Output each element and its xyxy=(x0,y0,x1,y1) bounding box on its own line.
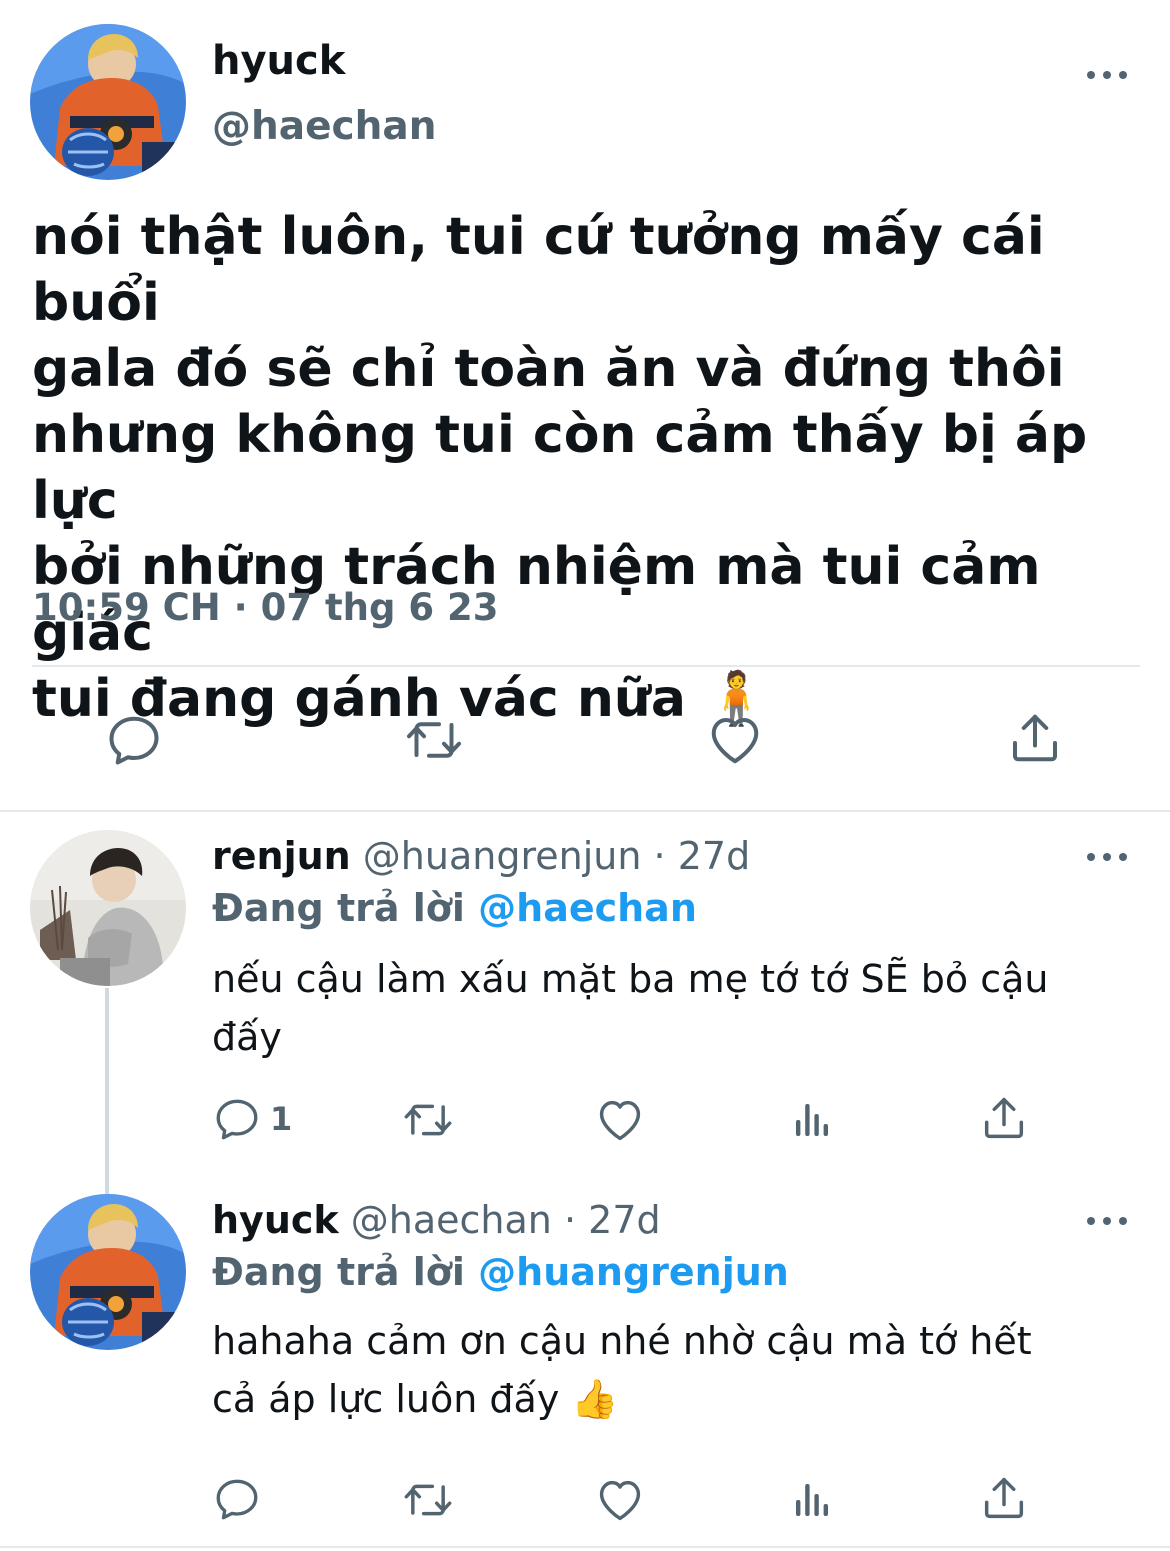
reply-button[interactable]: 1 xyxy=(212,1094,292,1144)
retweet-button[interactable] xyxy=(402,1094,454,1146)
reply-avatar[interactable] xyxy=(30,1194,186,1350)
share-icon xyxy=(978,1092,1030,1144)
replying-to: Đang trả lời @haechan xyxy=(212,886,697,930)
tweet-text: nói thật luôn, tui cứ tưởng mấy cái buổi… xyxy=(32,207,1088,729)
reply-button[interactable] xyxy=(212,1474,262,1524)
like-button[interactable] xyxy=(594,1094,646,1146)
tweet-timestamp[interactable]: 10:59 CH · 07 thg 6 23 xyxy=(32,586,498,629)
divider xyxy=(0,810,1170,812)
reply-display-name[interactable]: renjun xyxy=(212,834,351,878)
more-icon[interactable] xyxy=(1087,1215,1127,1227)
replying-prefix: Đang trả lời xyxy=(212,886,465,930)
reply-header: hyuck @haechan · 27d xyxy=(212,1198,661,1242)
like-button[interactable] xyxy=(705,710,765,770)
thread-line xyxy=(105,988,109,1196)
views-button[interactable] xyxy=(788,1094,836,1146)
reply-text: nếu cậu làm xấu mặt ba mẹ tớ tớ SẼ bỏ cậ… xyxy=(212,957,1049,1059)
heart-icon xyxy=(594,1474,646,1526)
replying-to: Đang trả lời @huangrenjun xyxy=(212,1250,789,1294)
retweet-icon xyxy=(404,710,464,770)
reply-avatar[interactable] xyxy=(30,830,186,986)
heart-icon xyxy=(594,1094,646,1146)
reply-handle[interactable]: @haechan xyxy=(351,1198,552,1242)
divider xyxy=(0,1546,1170,1548)
share-icon xyxy=(978,1472,1030,1524)
share-button[interactable] xyxy=(978,1092,1030,1144)
heart-icon xyxy=(705,710,765,770)
author-avatar[interactable] xyxy=(30,24,186,180)
reply-count: 1 xyxy=(270,1100,293,1138)
divider xyxy=(32,665,1140,667)
more-icon[interactable] xyxy=(1087,851,1127,863)
share-icon xyxy=(1005,708,1065,768)
reply-icon xyxy=(104,710,164,770)
analytics-icon xyxy=(788,1474,836,1526)
reply-header: renjun @huangrenjun · 27d xyxy=(212,834,750,878)
like-button[interactable] xyxy=(594,1474,646,1526)
reply-button[interactable] xyxy=(104,710,164,770)
replying-to-link[interactable]: @haechan xyxy=(478,886,697,930)
retweet-button[interactable] xyxy=(402,1474,454,1526)
reply-icon xyxy=(212,1474,262,1524)
share-button[interactable] xyxy=(1005,708,1065,768)
separator: · xyxy=(653,834,666,878)
replying-to-link[interactable]: @huangrenjun xyxy=(478,1250,789,1294)
reply-icon xyxy=(212,1094,262,1144)
more-icon[interactable] xyxy=(1087,69,1127,81)
replying-prefix: Đang trả lời xyxy=(212,1250,465,1294)
retweet-icon xyxy=(402,1094,454,1146)
reply-handle[interactable]: @huangrenjun xyxy=(363,834,642,878)
retweet-icon xyxy=(402,1474,454,1526)
author-handle[interactable]: @haechan xyxy=(212,104,437,149)
share-button[interactable] xyxy=(978,1472,1030,1524)
retweet-button[interactable] xyxy=(404,710,464,770)
author-display-name[interactable]: hyuck xyxy=(212,38,345,84)
reply-text: hahaha cảm ơn cậu nhé nhờ cậu mà tớ hết … xyxy=(212,1319,1032,1421)
views-button[interactable] xyxy=(788,1474,836,1526)
analytics-icon xyxy=(788,1094,836,1146)
reply-display-name[interactable]: hyuck xyxy=(212,1198,339,1242)
reply-age[interactable]: 27d xyxy=(588,1198,660,1242)
reply-age[interactable]: 27d xyxy=(678,834,750,878)
separator: · xyxy=(563,1198,577,1242)
